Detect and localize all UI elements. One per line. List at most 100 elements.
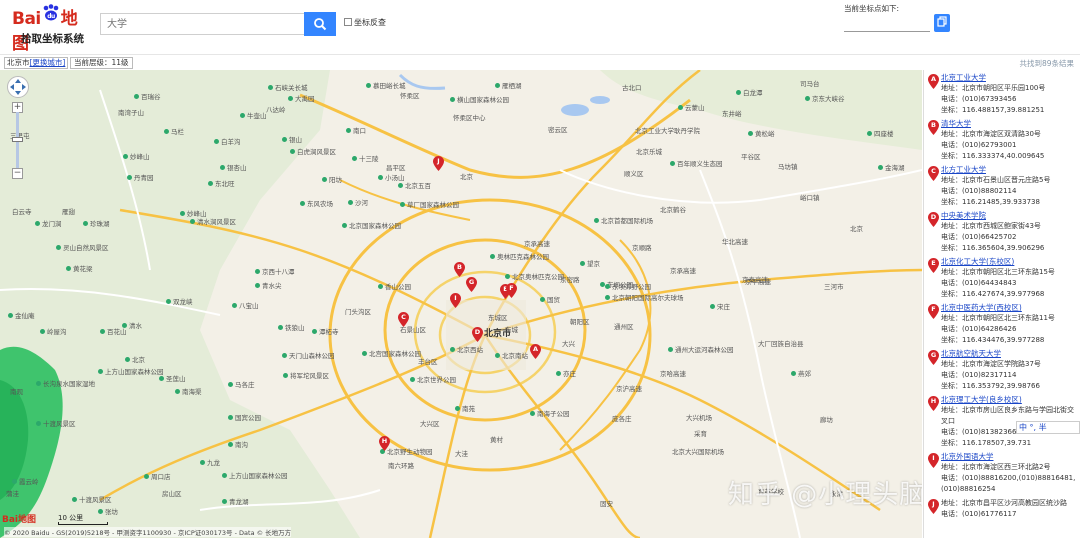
map-label[interactable]: 固安 (600, 500, 613, 508)
result-item[interactable]: G 北京航空航天大学 地址：北京市海淀区学院路37号 电话：(010)82317114… (924, 349, 1080, 392)
map-label[interactable]: 周口店 (144, 473, 171, 481)
map-marker-i[interactable]: I (450, 293, 461, 308)
map-label[interactable]: 大洼 (455, 450, 468, 458)
map-marker-a[interactable]: A (530, 344, 541, 359)
map-label[interactable]: 燕郊 (791, 370, 811, 378)
map-label[interactable]: 云蒙山 (678, 104, 705, 112)
map-label[interactable]: 北京乐城 (636, 148, 662, 156)
map-label[interactable]: 北京朝阳国际高尔夫球场 (605, 294, 684, 302)
checkbox[interactable] (344, 18, 352, 26)
result-name-link[interactable]: 北京理工大学(良乡校区) (941, 395, 1080, 405)
map-label[interactable]: 大兴区 (420, 420, 440, 428)
map-marker-c[interactable]: C (398, 312, 409, 327)
map-label[interactable]: 通州大运河森林公园 (668, 346, 734, 354)
result-item[interactable]: E 北京化工大学(东校区) 地址：北京市朝阳区北三环东路15号 电话：(010)644… (924, 257, 1080, 300)
map-label[interactable]: 丰台区 (418, 358, 438, 366)
map-label[interactable]: 岭屋沟 (40, 328, 67, 336)
map-label[interactable]: 马坊镇 (778, 163, 798, 171)
map-label[interactable]: 十渡风景区 (36, 420, 76, 428)
map-label[interactable]: 京承高速 (524, 240, 550, 248)
map-label[interactable]: 古北口 (622, 84, 642, 92)
map-label[interactable]: 南口 (346, 127, 366, 135)
map-label[interactable]: 南湾子山 (118, 109, 144, 117)
result-item[interactable]: A 北京工业大学 地址：北京市朝阳区平乐园100号 电话：(010)67393456 坐… (924, 73, 1080, 116)
map-label[interactable]: 黄花梁 (66, 265, 93, 273)
map-label[interactable]: 黄村 (490, 436, 503, 444)
map-label[interactable]: 京东大峡谷 (805, 95, 845, 103)
map-label[interactable]: 朝阳区 (570, 318, 590, 326)
map-label[interactable]: 怀柔区 (400, 92, 420, 100)
map-label[interactable]: 妙峰山 (180, 210, 207, 218)
result-item[interactable]: D 中央美术学院 地址：北京市西城区鲍家街43号 电话：(010)66425702 坐标… (924, 211, 1080, 254)
map-label[interactable]: 青水尖 (255, 282, 282, 290)
map-label[interactable]: 北京 (125, 356, 145, 364)
map-label[interactable]: 南沟 (228, 441, 248, 449)
map-label[interactable]: 小汤山 (378, 174, 405, 182)
map-label[interactable]: 奥林匹克森林公园 (490, 253, 549, 261)
map-label[interactable]: 亦庄 (556, 370, 576, 378)
map-label[interactable]: 大厂回族自治县 (758, 340, 804, 348)
map-label[interactable]: 南六环路 (388, 462, 414, 470)
map-label[interactable]: 怀柔区中心 (453, 114, 486, 122)
zoom-slider-handle[interactable] (12, 137, 23, 142)
map-label[interactable]: 将军坨风景区 (283, 372, 329, 380)
map-label[interactable]: 清水涧风景区 (190, 218, 236, 226)
map-label[interactable]: 门头沟区 (345, 308, 371, 316)
map-label[interactable]: 百年顺义生态园 (670, 160, 723, 168)
result-name-link[interactable]: 北京工业大学 (941, 73, 1080, 83)
map-label[interactable]: 上方山国家森林公园 (222, 472, 288, 480)
map-label[interactable]: 京沪高速 (616, 385, 642, 393)
result-item[interactable]: C 北方工业大学 地址：北京市石景山区晋元庄路5号 电话：(010)88802114 坐… (924, 165, 1080, 208)
result-name-link[interactable]: 中央美术学院 (941, 211, 1080, 221)
map-label[interactable]: 牛壶山 (240, 112, 267, 120)
map-label[interactable]: 雁翅 (62, 208, 75, 216)
map-label[interactable]: 香山公园 (378, 283, 411, 291)
map-label[interactable]: 青龙湖 (222, 498, 249, 506)
map-label[interactable]: 大禹园 (288, 95, 315, 103)
map-label[interactable]: 国贸 (540, 296, 560, 304)
map-label[interactable]: 北京奥林匹克公园 (505, 273, 564, 281)
map-label[interactable]: 北京大兴国际机场 (672, 448, 724, 456)
map-label[interactable]: 南海子公园 (530, 410, 570, 418)
result-item[interactable]: I 北京外国语大学 地址：北京市海淀区西三环北路2号 电话：(010)88816200… (924, 452, 1080, 495)
map-label[interactable]: 北京五百 (398, 182, 431, 190)
map-label[interactable]: 九龙 (200, 459, 220, 467)
map-label[interactable]: 北京 (850, 225, 863, 233)
map-label[interactable]: 白龙潭 (736, 89, 763, 97)
map-label[interactable]: 昌平区 (386, 164, 406, 172)
map-label[interactable]: 东城 (505, 326, 518, 334)
coordinate-output[interactable] (844, 14, 930, 32)
map-marker-d[interactable]: D (472, 327, 483, 342)
map-label[interactable]: 南观 (10, 388, 23, 396)
map-label[interactable]: 慕田峪长城 (366, 82, 406, 90)
map-label[interactable]: 蒲洼 (6, 490, 19, 498)
search-button[interactable] (304, 12, 336, 36)
map-label[interactable]: 东坝郊野公园 (605, 283, 651, 291)
map-label[interactable]: 北京工业大学耿丹学院 (635, 127, 700, 135)
map-label[interactable]: 顺义区 (624, 170, 644, 178)
search-input[interactable] (100, 13, 304, 35)
map-label[interactable]: 阳坊 (322, 176, 342, 184)
map-label[interactable]: 金海湖 (878, 164, 905, 172)
pan-control[interactable] (7, 76, 29, 98)
map-label[interactable]: 京西十八潭 (255, 268, 295, 276)
map-label[interactable]: 廊坊 (820, 416, 833, 424)
map-label[interactable]: 京哈高速 (660, 370, 686, 378)
map-label[interactable]: 南苑 (455, 405, 475, 413)
map-label[interactable]: 华北高速 (722, 238, 748, 246)
map-label[interactable]: 圣莲山 (159, 375, 186, 383)
map-label[interactable]: 清水 (122, 322, 142, 330)
map-label[interactable]: 白羊沟 (214, 138, 241, 146)
map-label[interactable]: 灵山自然风景区 (56, 244, 109, 252)
map-label[interactable]: 北京国家森林公园 (342, 222, 401, 230)
map-label[interactable]: 银山 (282, 136, 302, 144)
map-label[interactable]: 马各庄 (228, 381, 255, 389)
map-label[interactable]: 珍珠湖 (83, 220, 110, 228)
map-label[interactable]: 八宝山 (232, 302, 259, 310)
map-label[interactable]: 宋庄 (710, 303, 730, 311)
copy-button[interactable] (934, 14, 950, 32)
map-label[interactable]: 十渡风景区 (72, 496, 112, 504)
map-label[interactable]: 京顺路 (632, 244, 652, 252)
map-label[interactable]: 上方山国家森林公园 (98, 368, 164, 376)
map-label[interactable]: 沙河 (348, 199, 368, 207)
